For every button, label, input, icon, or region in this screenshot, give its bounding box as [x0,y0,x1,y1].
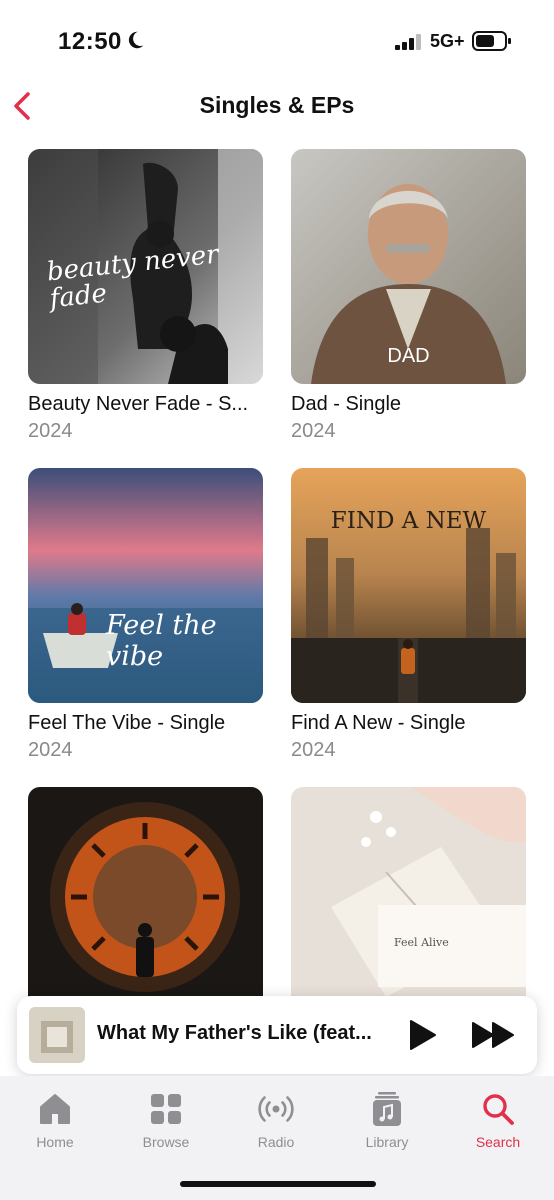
signal-icon [395,34,421,50]
mini-player[interactable]: What My Father's Like (feat... [17,996,537,1074]
album-year: 2024 [291,739,336,761]
tab-label: Radio [257,1134,295,1150]
now-playing-artwork[interactable] [29,1007,85,1063]
album-artwork[interactable]: Feel the vibe [28,468,263,703]
album-title[interactable]: Feel The Vibe - Single [28,712,263,735]
album-card[interactable]: beauty never fade Beauty Never Fade - S.… [28,149,263,443]
tab-library[interactable]: Library [337,1090,437,1150]
album-artwork[interactable]: DAD [291,149,526,384]
fast-forward-icon[interactable] [471,1020,517,1050]
now-playing-title[interactable]: What My Father's Like (feat... [97,1022,407,1045]
play-icon[interactable] [405,1018,439,1052]
album-art-text: Feel the vibe [106,610,217,672]
library-icon [373,1092,401,1126]
tab-label: Home [36,1134,74,1150]
album-art-text: FIND A NEW [330,508,487,534]
album-card[interactable]: DAD Dad - Single 2024 [291,149,526,443]
tab-label: Browse [142,1134,190,1150]
status-time: 12:50 [58,28,122,55]
album-artwork[interactable]: beauty never fade [28,149,263,384]
search-icon [483,1094,514,1125]
album-year: 2024 [28,420,73,442]
page-title: Singles & EPs [199,92,355,118]
status-bar: 12:50 5G+ [0,0,554,80]
album-artwork[interactable] [28,787,263,1022]
album-art-text: Feel Alive [394,936,449,949]
album-artwork[interactable]: Feel Alive [291,787,526,1022]
grid-icon [151,1094,181,1124]
album-title[interactable]: Beauty Never Fade - S... [28,393,263,416]
nav-header: Singles & EPs [0,84,554,128]
tab-radio[interactable]: Radio [226,1090,326,1150]
radio-icon [258,1096,294,1122]
house-icon [40,1094,70,1124]
album-card[interactable] [28,787,263,1022]
album-card[interactable]: Feel the vibe Feel The Vibe - Single 202… [28,468,263,762]
album-artwork[interactable]: FIND A NEW [291,468,526,703]
network-label: 5G+ [430,31,465,51]
tab-label: Library [365,1134,409,1150]
album-year: 2024 [291,420,336,442]
album-art-text: DAD [387,345,430,367]
album-title[interactable]: Dad - Single [291,393,526,416]
album-card[interactable]: FIND A NEW Find A New - Single 2024 [291,468,526,762]
album-card[interactable]: Feel Alive [291,787,526,1022]
tab-home[interactable]: Home [5,1090,105,1150]
album-year: 2024 [28,739,73,761]
tab-browse[interactable]: Browse [116,1090,216,1150]
moon-icon [128,31,144,49]
home-indicator [180,1181,376,1187]
tab-label: Search [475,1134,521,1150]
album-title[interactable]: Find A New - Single [291,712,526,735]
tab-search[interactable]: Search [448,1090,548,1150]
battery-icon [472,31,511,51]
